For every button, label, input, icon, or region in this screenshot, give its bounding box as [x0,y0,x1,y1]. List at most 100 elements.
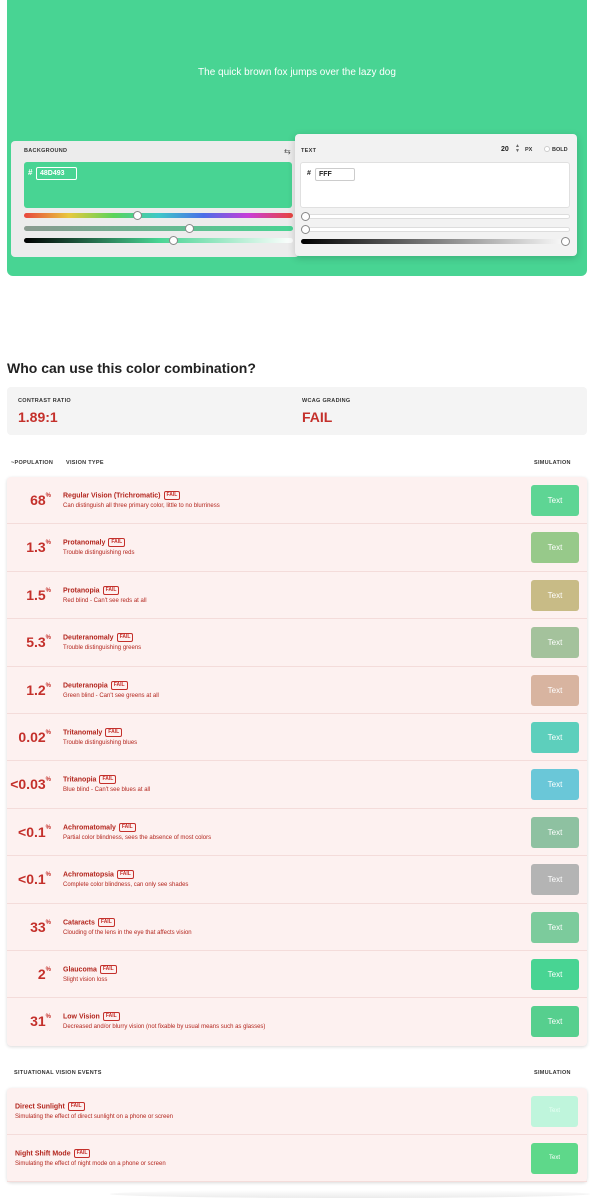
percent-sign: % [45,587,51,594]
contrast-ratio-label: CONTRAST RATIO [18,398,71,404]
background-swatch[interactable]: # 48D493 [24,162,292,208]
fail-badge: FAIL [99,775,117,785]
vision-type-name: Cataracts FAIL [63,917,115,927]
table-row: 1.2% Deuteranopia FAIL Green blind - Can't … [7,667,587,714]
population-percent: 33% [30,919,51,935]
fail-badge: FAIL [116,870,134,880]
text-lightness-slider[interactable] [301,237,570,246]
lightness-slider-thumb[interactable] [169,236,178,245]
fail-badge: FAIL [67,1102,85,1111]
percent-sign: % [45,635,51,642]
vision-type-name: Achromatopsia FAIL [63,870,134,880]
text-hue-slider-thumb[interactable] [301,212,310,221]
vision-type-name: Tritanomaly FAIL [63,728,123,737]
hue-slider-thumb[interactable] [133,211,142,220]
hue-slider[interactable] [24,211,293,220]
simulation-swatch: Text [531,1143,578,1174]
vision-type-description: Red blind - Can't see reds at all [63,597,147,604]
background-hex-input[interactable]: 48D493 [36,167,77,180]
population-percent: 1.5% [26,587,51,603]
vision-name-text: Achromatomaly [63,824,116,832]
population-percent: 1.3% [26,539,51,555]
saturation-slider[interactable] [24,224,293,233]
percent-sign: % [45,919,51,926]
vision-name-text: Deuteranomaly [63,634,114,642]
vision-type-description: Trouble distinguishing greens [63,645,142,652]
simulation-swatch: Text [531,1096,578,1127]
fail-badge: FAIL [99,965,117,974]
vision-type-description: Complete color blindness, can only see s… [63,882,189,889]
percent-sign: % [45,872,51,879]
vision-name-text: Achromatopsia [63,871,114,879]
bold-label: BOLD [552,147,568,153]
vision-type-name: Deuteranomaly FAIL [63,633,134,643]
section-heading: Who can use this color combination? [7,360,256,376]
vision-type-description: Blue blind - Can't see blues at all [63,787,151,794]
population-value: 31 [30,1013,46,1030]
table-row: Direct Sunlight FAIL Simulating the effect… [7,1088,587,1135]
bold-checkbox[interactable] [544,146,550,152]
table-row: 68% Regular Vision (Trichromatic) FAIL Can … [7,477,587,525]
fail-badge: FAIL [73,1149,91,1158]
population-percent: 1.2% [26,682,51,698]
table-row: <0.1% Achromatomaly FAIL Partial color blin… [7,809,587,857]
population-percent: 0.02% [18,729,51,745]
population-value: 0.02 [18,729,46,745]
population-percent: <0.1% [18,871,51,887]
vision-type-description: Partial color blindness, sees the absenc… [63,834,212,841]
contrast-summary-card: CONTRAST RATIO 1.89:1 WCAG GRADING FAIL [7,387,587,435]
text-hue-slider[interactable] [301,212,570,221]
simulation-swatch: Text [531,722,579,753]
percent-sign: % [45,967,51,973]
text-saturation-slider-thumb[interactable] [301,225,310,234]
vision-type-name: Glaucoma FAIL [63,965,117,974]
simulation-swatch: Text [531,816,579,848]
percent-sign: % [45,1014,51,1021]
population-percent: <0.1% [18,824,51,840]
preview-sample-text: The quick brown fox jumps over the lazy … [198,67,396,78]
text-label: TEXT [301,148,317,154]
situation-name-text: Night Shift Mode [15,1150,71,1158]
situation-name: Direct Sunlight FAIL [15,1102,85,1111]
text-hex-input[interactable]: FFF [315,168,355,181]
population-value: <0.1 [18,871,46,888]
simulation-swatch: Text [531,911,579,943]
font-size-stepper-icon[interactable]: ▲ ▼ [515,144,520,154]
population-percent: 5.3% [26,634,51,650]
vision-type-description: Slight vision loss [63,977,108,983]
simulation-swatch: Text [531,1006,579,1038]
vision-type-name: Protanomaly FAIL [63,538,126,548]
population-value: <0.1 [18,823,46,840]
swap-icon[interactable]: ⇆ [284,147,291,156]
vision-name-text: Cataracts [63,918,95,926]
population-value: 1.3 [26,539,46,556]
fail-badge: FAIL [116,633,134,643]
situation-name: Night Shift Mode FAIL [15,1149,91,1158]
vision-table: 68% Regular Vision (Trichromatic) FAIL Can … [7,477,587,1046]
wcag-grading-value: FAIL [302,409,333,425]
saturation-slider-thumb[interactable] [185,224,194,233]
text-lightness-slider-thumb[interactable] [561,237,570,246]
vision-type-name: Tritanopia FAIL [63,775,117,785]
population-value: 1.5 [26,586,46,603]
population-percent: 68% [30,492,51,508]
vision-name-text: Glaucoma [63,966,97,974]
text-saturation-slider[interactable] [301,225,570,234]
fail-badge: FAIL [163,491,181,500]
fail-badge: FAIL [102,585,120,595]
population-header: ~POPULATION [11,460,54,466]
text-color-panel: TEXT 20 ▲ ▼ PX BOLD # FFF [295,134,577,256]
vision-type-name: Low Vision FAIL [63,1012,120,1022]
vision-type-name: Protanopia FAIL [63,585,120,595]
percent-sign: % [45,682,51,689]
simulation-swatch: Text [531,532,579,564]
font-size-input[interactable]: 20 [501,146,509,153]
simulation-header: SIMULATION [534,460,571,466]
percent-sign: % [45,777,51,784]
situational-table: Direct Sunlight FAIL Simulating the effect… [7,1088,587,1182]
fail-badge: FAIL [108,538,126,548]
text-swatch[interactable]: # FFF [300,162,570,208]
lightness-slider[interactable] [24,236,293,245]
population-percent: <0.03% [10,776,51,792]
fail-badge: FAIL [118,822,136,832]
